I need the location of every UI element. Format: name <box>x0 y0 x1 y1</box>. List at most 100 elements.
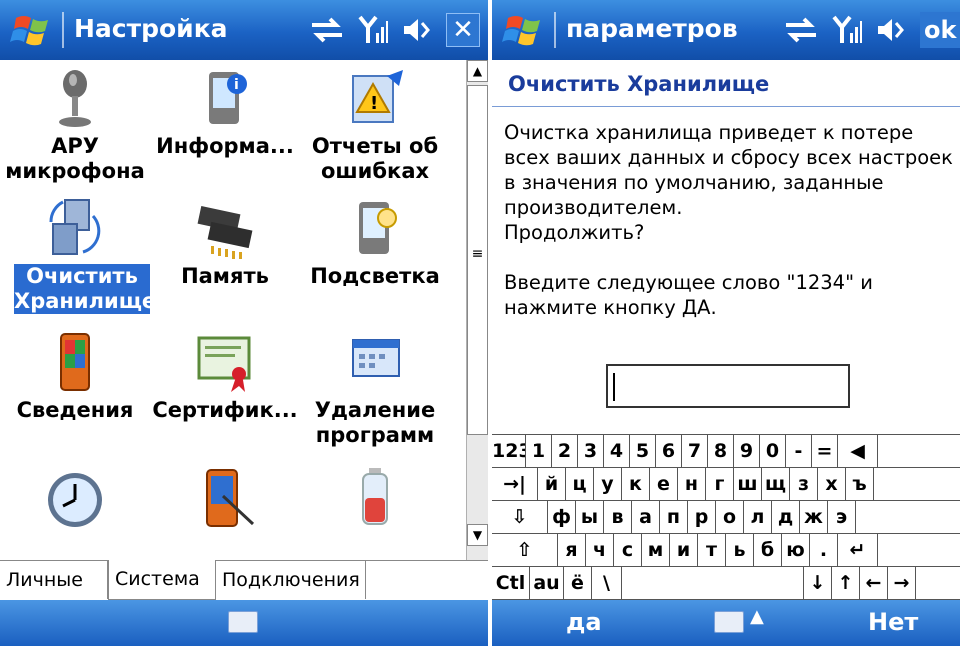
keyboard-key[interactable]: т <box>698 534 726 567</box>
keyboard-key[interactable]: ж <box>800 501 828 534</box>
keyboard-spacebar[interactable] <box>622 567 804 600</box>
ok-button[interactable]: ok <box>920 12 960 48</box>
settings-item-about[interactable]: Сведения <box>0 328 150 463</box>
no-softkey[interactable]: Нет <box>868 608 918 636</box>
keyboard-key[interactable]: 3 <box>578 435 604 468</box>
keyboard-key[interactable]: →| <box>492 468 538 501</box>
keyboard-key[interactable]: ч <box>586 534 614 567</box>
settings-item-backlight[interactable]: Подсветка <box>300 194 450 329</box>
keyboard-key[interactable]: з <box>790 468 818 501</box>
keyboard-key[interactable]: ↵ <box>838 534 878 567</box>
keyboard-key[interactable]: в <box>604 501 632 534</box>
keyboard-key[interactable]: ◀ <box>838 435 878 468</box>
keyboard-key[interactable]: х <box>818 468 846 501</box>
keyboard-key[interactable]: 0 <box>760 435 786 468</box>
settings-item-mic-agc[interactable]: АРУ микрофона <box>0 64 150 199</box>
keyboard-key[interactable]: ш <box>734 468 762 501</box>
keyboard-key[interactable]: л <box>744 501 772 534</box>
scroll-up-button[interactable]: ▲ <box>467 60 488 82</box>
connectivity-icon[interactable] <box>784 17 818 43</box>
scroll-thumb[interactable]: ≡ <box>467 85 488 435</box>
keyboard-key[interactable]: щ <box>762 468 790 501</box>
keyboard-key[interactable]: ъ <box>846 468 874 501</box>
yes-softkey[interactable]: да <box>566 608 602 636</box>
settings-item-screen[interactable] <box>150 464 300 568</box>
keyboard-key[interactable]: г <box>706 468 734 501</box>
keyboard-key[interactable]: Ctl <box>492 567 530 600</box>
keyboard-key[interactable]: ⇧ <box>492 534 558 567</box>
signal-strength-icon[interactable] <box>358 15 388 45</box>
keyboard-key[interactable]: р <box>688 501 716 534</box>
keyboard-key[interactable]: у <box>594 468 622 501</box>
keyboard-key[interactable]: ь <box>726 534 754 567</box>
keyboard-key[interactable]: = <box>812 435 838 468</box>
keyboard-key[interactable]: 7 <box>682 435 708 468</box>
keyboard-key[interactable]: 1 <box>526 435 552 468</box>
settings-item-certificates[interactable]: Сертифик... <box>150 328 300 463</box>
settings-item-remove-programs[interactable]: Удаление программ <box>300 328 450 463</box>
windows-start-icon[interactable] <box>502 14 548 48</box>
connectivity-icon[interactable] <box>310 17 344 43</box>
keyboard-key[interactable]: ← <box>860 567 888 600</box>
keyboard-key[interactable]: 2 <box>552 435 578 468</box>
warning-line: производителем. <box>504 196 683 219</box>
keyboard-key[interactable]: ё <box>564 567 592 600</box>
volume-icon[interactable] <box>402 15 432 45</box>
keyboard-key[interactable]: м <box>642 534 670 567</box>
keyboard-key[interactable]: ю <box>782 534 810 567</box>
settings-item-power[interactable] <box>300 464 450 568</box>
keyboard-key[interactable]: п <box>660 501 688 534</box>
keyboard-key[interactable]: и <box>670 534 698 567</box>
keyboard-key[interactable]: е <box>650 468 678 501</box>
windows-start-icon[interactable] <box>10 14 56 48</box>
settings-item-device-info[interactable]: i Информа... <box>150 64 300 199</box>
vertical-scrollbar[interactable]: ▲ ≡ ▼ <box>466 60 488 568</box>
keyboard-key[interactable]: ф <box>548 501 576 534</box>
settings-item-error-reports[interactable]: ! Отчеты об ошибках <box>300 64 450 199</box>
signal-strength-icon[interactable] <box>832 15 862 45</box>
keyboard-key[interactable]: 8 <box>708 435 734 468</box>
keyboard-key[interactable]: - <box>786 435 812 468</box>
keyboard-key[interactable]: ↓ <box>804 567 832 600</box>
keyboard-key[interactable]: ы <box>576 501 604 534</box>
keyboard-key[interactable]: я <box>558 534 586 567</box>
keyboard-key[interactable]: б <box>754 534 782 567</box>
settings-item-label-selected: Очистить Хранилище <box>14 264 157 314</box>
keyboard-key[interactable]: \ <box>592 567 622 600</box>
title-bar: Настройка ✕ <box>0 0 488 60</box>
tab-connections[interactable]: Подключения <box>216 561 366 599</box>
keyboard-icon[interactable] <box>228 611 258 633</box>
keyboard-key[interactable]: 9 <box>734 435 760 468</box>
keyboard-key[interactable]: 6 <box>656 435 682 468</box>
keyboard-key[interactable]: а <box>632 501 660 534</box>
settings-item-memory[interactable]: Память <box>150 194 300 329</box>
keyboard-key[interactable]: д <box>772 501 800 534</box>
keyboard-key[interactable]: → <box>888 567 916 600</box>
tab-system[interactable]: Система <box>108 560 216 600</box>
keyboard-key[interactable]: й <box>538 468 566 501</box>
keyboard-key[interactable]: ⇩ <box>492 501 548 534</box>
keyboard-key[interactable]: au <box>530 567 564 600</box>
keyboard-key[interactable]: о <box>716 501 744 534</box>
keyboard-icon[interactable] <box>714 611 744 633</box>
tab-personal[interactable]: Личные <box>0 561 108 599</box>
confirmation-code-input[interactable] <box>606 364 850 408</box>
keyboard-key[interactable]: . <box>810 534 838 567</box>
keyboard-key[interactable]: ц <box>566 468 594 501</box>
keyboard-key[interactable]: к <box>622 468 650 501</box>
settings-item-clock[interactable] <box>0 464 150 568</box>
keyboard-key[interactable]: ↑ <box>832 567 860 600</box>
settings-item-clear-storage[interactable]: Очистить Хранилище <box>0 194 157 329</box>
clear-storage-dialog: параметров ok Очистить Хранилище Очистка… <box>492 0 960 646</box>
keyboard-key[interactable]: э <box>828 501 856 534</box>
keyboard-key[interactable]: н <box>678 468 706 501</box>
keyboard-key[interactable]: 4 <box>604 435 630 468</box>
volume-icon[interactable] <box>876 15 906 45</box>
keyboard-key[interactable]: 5 <box>630 435 656 468</box>
chevron-up-icon[interactable]: ▲ <box>750 606 764 627</box>
dialog-body: Очистка хранилища приведет к потере всех… <box>504 120 956 345</box>
scroll-down-button[interactable]: ▼ <box>467 524 488 546</box>
keyboard-key[interactable]: 123 <box>492 435 526 468</box>
close-button[interactable]: ✕ <box>446 13 480 47</box>
keyboard-key[interactable]: с <box>614 534 642 567</box>
